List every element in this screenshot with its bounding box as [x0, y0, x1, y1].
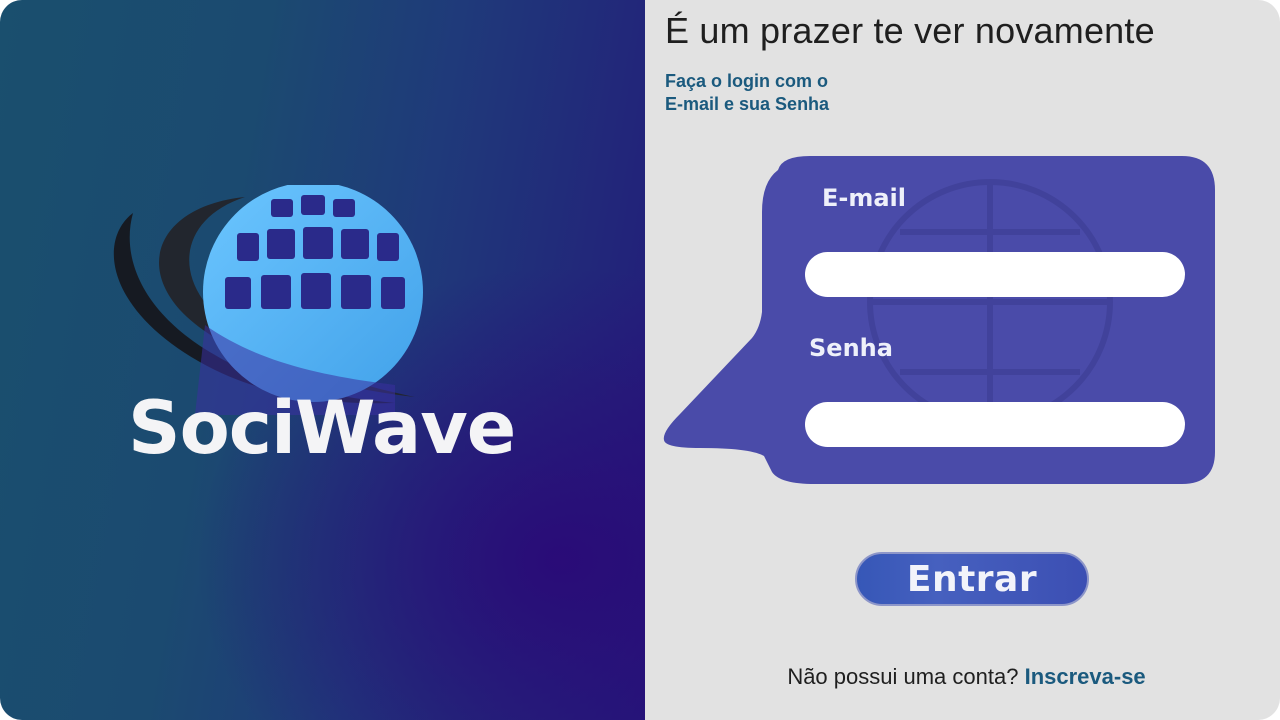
login-panel: É um prazer te ver novamente Faça o logi… [645, 0, 1280, 720]
signup-prompt: Não possui uma conta? Inscreva-se [645, 664, 1280, 690]
password-field[interactable] [805, 402, 1185, 447]
subtitle-line-2: E-mail e sua Senha [665, 94, 830, 114]
subtitle-line-1: Faça o login com o [665, 71, 829, 91]
no-account-text: Não possui uma conta? [787, 664, 1019, 689]
signup-link[interactable]: Inscreva-se [1025, 664, 1146, 689]
login-screen: SociWave É um prazer te ver novamente Fa… [0, 0, 1280, 720]
brand-panel: SociWave [0, 0, 645, 720]
brand-name: SociWave [128, 386, 516, 471]
email-field[interactable] [805, 252, 1185, 297]
globe-wave-icon [113, 185, 423, 415]
login-button[interactable]: Entrar [855, 552, 1089, 606]
email-label: E-mail [822, 184, 907, 212]
welcome-heading: É um prazer te ver novamente [665, 10, 1155, 51]
login-subtitle: Faça o login com o E-mail e sua Senha [665, 70, 925, 116]
password-label: Senha [809, 334, 893, 362]
